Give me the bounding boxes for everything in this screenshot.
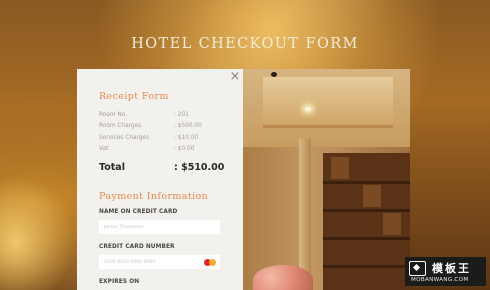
flower-arrangement (253, 265, 313, 290)
receipt-value: : $0.00 (174, 146, 195, 153)
shelf-slot (363, 185, 381, 207)
name-on-card-label: NAME ON CREDIT CARD (99, 209, 178, 215)
expires-on-label: EXPIRES ON (99, 279, 140, 285)
ceiling-spot (271, 72, 277, 77)
form-panel: Receipt Form Room No. : 201 Room Charges… (77, 69, 243, 290)
background-lamp (0, 170, 80, 290)
receipt-row-room-no: Room No. : 201 (99, 109, 243, 121)
hotel-room-photo (243, 69, 410, 290)
site-watermark-logo: 模板王 MOBANWANG.COM (405, 257, 486, 286)
receipt-row-room-charges: Room Charges : $500.00 (99, 121, 243, 133)
total-label: Total (99, 161, 125, 173)
shelf-slot (331, 157, 349, 179)
watermark-icon (409, 261, 426, 276)
shelf-row (323, 237, 410, 240)
name-on-card-placeholder: James Thompson (104, 224, 144, 230)
ceiling-light (305, 107, 311, 111)
receipt-label: Room No. (99, 111, 127, 118)
receipt-value: : $500.00 (174, 123, 202, 130)
page-title: HOTEL CHECKOUT FORM (131, 36, 359, 52)
receipt-value: : 201 (174, 111, 189, 118)
mastercard-icon (204, 259, 216, 266)
shelf-row (323, 265, 410, 268)
shelf-slot (383, 213, 401, 235)
checkout-card: Receipt Form Room No. : 201 Room Charges… (77, 69, 410, 290)
shelf-row (323, 209, 410, 212)
shelf-row (323, 181, 410, 184)
card-number-label: CREDIT CARD NUMBER (99, 244, 175, 250)
name-on-card-input[interactable]: James Thompson (99, 220, 220, 234)
receipt-label: Room Charges (99, 123, 142, 130)
receipt-label: Vat (99, 146, 109, 153)
ceiling-recess (263, 77, 393, 128)
receipt-row-vat: Vat : $0.00 (99, 144, 243, 156)
payment-heading: Payment Information (99, 191, 209, 202)
card-number-placeholder: 0000 0000 0000 0000 (104, 259, 156, 265)
close-icon[interactable]: × (228, 70, 242, 84)
receipt-value: : $10.00 (174, 134, 199, 141)
watermark-en: MOBANWANG.COM (411, 277, 469, 283)
receipt-label: Services Charges (99, 134, 150, 141)
receipt-total-row: Total : $510.00 (99, 160, 243, 174)
card-number-input[interactable]: 0000 0000 0000 0000 (99, 255, 220, 269)
receipt-row-services-charges: Services Charges : $10.00 (99, 132, 243, 144)
total-value: : $510.00 (174, 161, 225, 173)
receipt-heading: Receipt Form (99, 91, 169, 102)
watermark-cn: 模板王 (432, 262, 471, 275)
